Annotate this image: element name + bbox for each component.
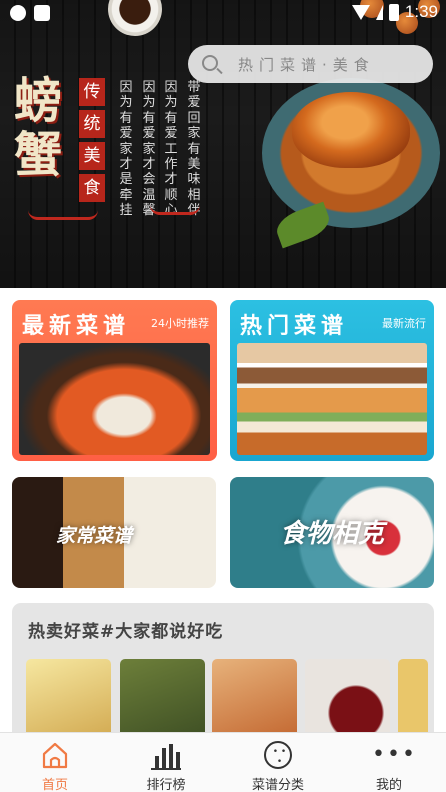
- nav-category[interactable]: 菜谱分类: [223, 733, 333, 792]
- card-title: 最新菜谱: [22, 313, 131, 339]
- banner-slogan: 因为有爱工作才顺心: [164, 80, 178, 219]
- banner-slogan: 带爱回家有美味相伴: [187, 80, 201, 219]
- newest-recipe-image: [19, 343, 210, 455]
- nav-me-label: 我的: [375, 778, 402, 792]
- card-title: 家常菜谱: [55, 525, 132, 547]
- notification-icons: [10, 5, 50, 21]
- more-dots-icon: •••: [372, 742, 417, 767]
- bar-chart-icon: [151, 742, 181, 770]
- bottom-navigation: 首页 排行榜 菜谱分类 ••• 我的: [0, 732, 446, 792]
- app-notification-icon: [34, 5, 50, 21]
- media-icon: [10, 5, 26, 21]
- card-subtitle: 24小时推荐: [151, 317, 209, 330]
- swirl-decoration: [28, 210, 98, 220]
- clock: 1:39: [404, 2, 438, 21]
- category-icon: [264, 741, 292, 769]
- wifi-icon: [351, 4, 370, 20]
- card-title: 食物相克: [279, 519, 384, 549]
- hero-banner[interactable]: 螃蟹 传 统 美 食 因为有爱家才是牵挂 因为有爱家才会温馨 因为有爱工作才顺心…: [0, 0, 446, 288]
- dish-thumbnail[interactable]: [120, 659, 205, 743]
- nav-me[interactable]: ••• 我的: [334, 733, 444, 792]
- dish-thumbnail[interactable]: [212, 659, 297, 743]
- banner-seal: 统: [79, 110, 105, 138]
- dish-thumbnail[interactable]: [398, 659, 428, 743]
- nav-rank-label: 排行榜: [146, 778, 186, 792]
- banner-seal: 传: [79, 78, 105, 106]
- system-icons: 1:39: [351, 2, 438, 22]
- crab-image: [292, 92, 410, 168]
- signal-icon: [375, 4, 383, 20]
- dish-thumbnail[interactable]: [305, 659, 390, 743]
- nav-home-label: 首页: [41, 778, 68, 792]
- section-title: 热卖好菜#大家都说好吃: [28, 622, 224, 642]
- banner-title: 螃蟹: [14, 73, 63, 183]
- dish-thumbnail[interactable]: [26, 659, 111, 743]
- battery-icon: [388, 3, 399, 21]
- nav-rank[interactable]: 排行榜: [111, 733, 221, 792]
- status-bar: 1:39: [0, 0, 446, 26]
- search-placeholder: 热门菜谱·美食: [238, 56, 375, 74]
- home-icon: [42, 742, 68, 769]
- newest-recipes-card[interactable]: 最新菜谱 24小时推荐: [12, 300, 217, 461]
- search-bar[interactable]: 热门菜谱·美食: [188, 45, 433, 83]
- hot-recipes-card[interactable]: 热门菜谱 最新流行: [230, 300, 434, 461]
- card-title: 热门菜谱: [240, 313, 349, 339]
- banner-seal: 食: [79, 174, 105, 202]
- leaf-decoration: [272, 201, 334, 249]
- hot-recipe-image: [237, 343, 427, 455]
- swirl-decoration: [150, 205, 200, 215]
- home-style-recipes-card[interactable]: 家常菜谱: [12, 477, 216, 588]
- banner-slogan: 因为有爱家才是牵挂: [119, 80, 133, 219]
- hot-sale-section: 热卖好菜#大家都说好吃: [12, 603, 434, 743]
- banner-seal: 美: [79, 142, 105, 170]
- search-icon: [202, 55, 218, 71]
- card-subtitle: 最新流行: [382, 317, 426, 330]
- nav-category-label: 菜谱分类: [251, 778, 304, 792]
- food-conflict-card[interactable]: 食物相克: [230, 477, 434, 588]
- nav-home[interactable]: 首页: [0, 733, 110, 792]
- banner-slogan: 因为有爱家才会温馨: [142, 80, 156, 219]
